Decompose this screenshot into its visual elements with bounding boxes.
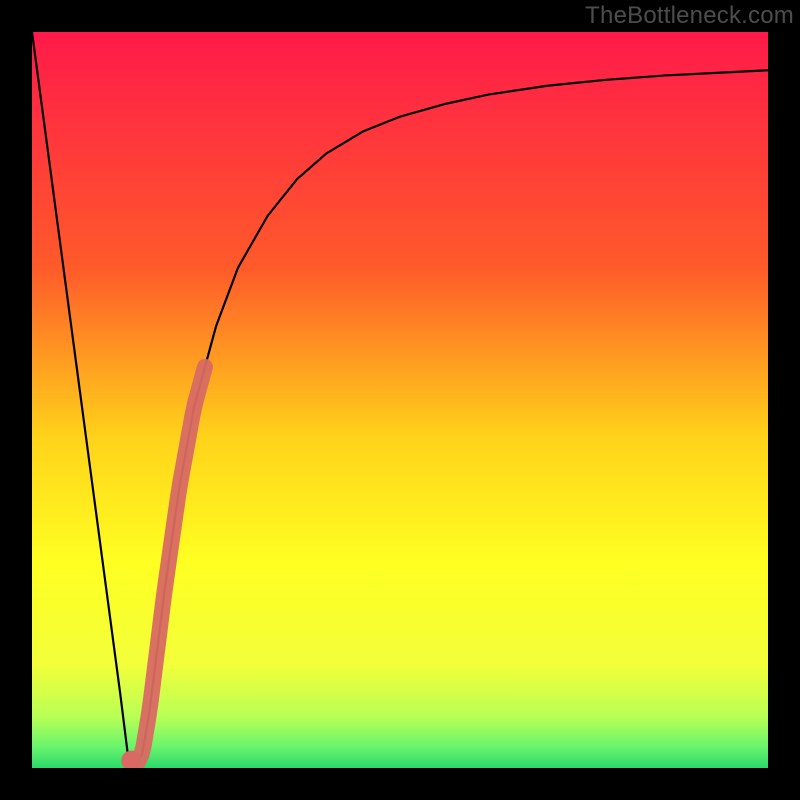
plot-area bbox=[32, 32, 768, 768]
chart-svg bbox=[32, 32, 768, 768]
chart-frame: TheBottleneck.com bbox=[0, 0, 800, 800]
watermark-text: TheBottleneck.com bbox=[585, 2, 794, 30]
